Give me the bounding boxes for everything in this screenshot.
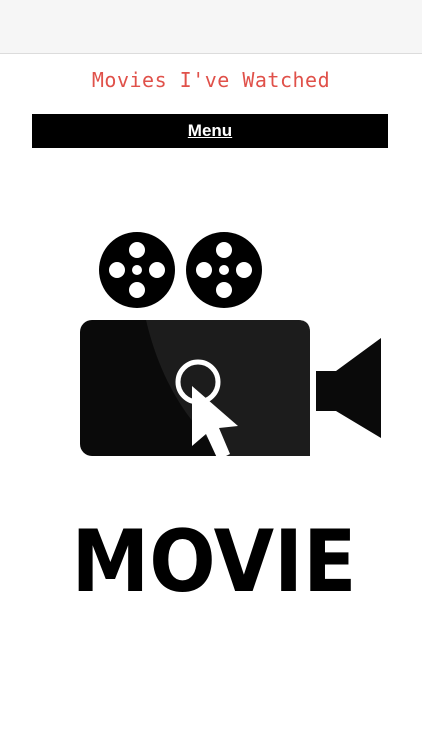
browser-chrome-bar bbox=[0, 0, 422, 54]
menu-bar: Menu bbox=[32, 114, 388, 148]
film-reel-left bbox=[99, 232, 175, 308]
film-reel-right bbox=[186, 232, 262, 308]
movie-caption: MOVIE bbox=[72, 512, 357, 606]
movie-logo-image: MOVIE bbox=[26, 206, 392, 606]
movie-camera-icon: MOVIE bbox=[72, 232, 381, 606]
menu-link[interactable]: Menu bbox=[188, 121, 232, 141]
page-title: Movies I've Watched bbox=[91, 68, 331, 92]
